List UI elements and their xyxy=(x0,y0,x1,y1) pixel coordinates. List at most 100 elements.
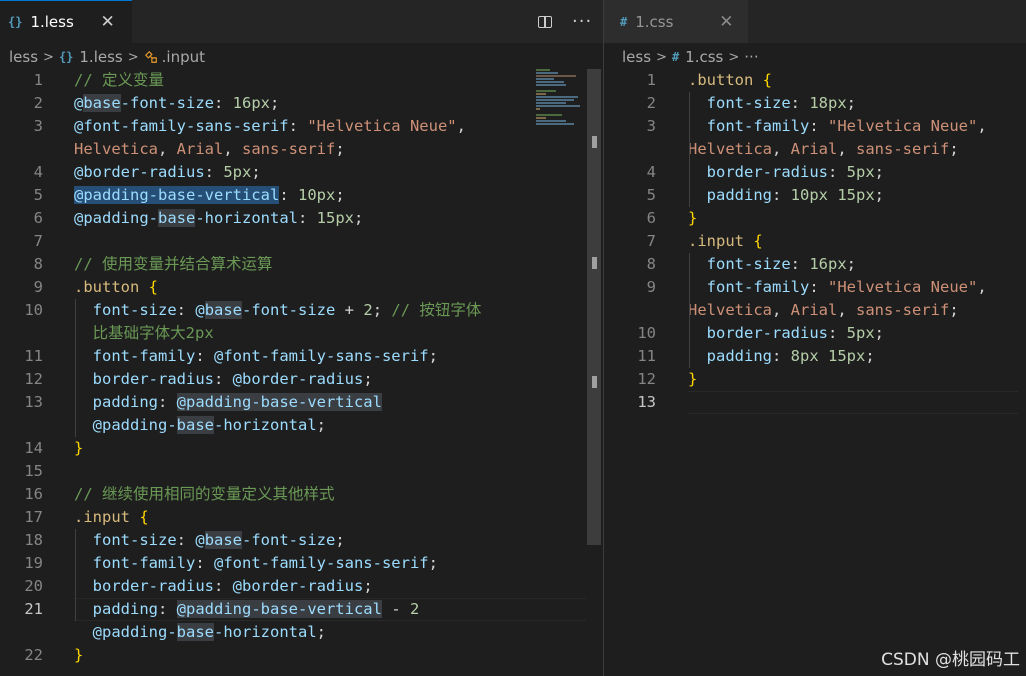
code-text: @padding-base-horizontal: 15px; xyxy=(74,207,363,230)
code-line[interactable]: 9 .button { xyxy=(0,276,586,299)
code-text: border-radius: 5px; xyxy=(688,161,884,184)
code-text: Helvetica, Arial, sans-serif; xyxy=(688,138,959,161)
code-text: border-radius: @border-radius; xyxy=(74,368,373,391)
code-line[interactable]: Helvetica, Arial, sans-serif; xyxy=(604,138,1026,161)
code-line[interactable]: 11 font-family: @font-family-sans-serif; xyxy=(0,345,586,368)
code-line[interactable]: 14} xyxy=(0,437,586,460)
code-line[interactable]: 8 // 使用变量并结合算术运算 xyxy=(0,253,586,276)
code-editor-left[interactable]: 1// 定义变量 2 @base-font-size: 16px; 3 @font-fa… xyxy=(0,69,586,667)
code-line[interactable]: 18 font-size: @base-font-size; xyxy=(0,529,586,552)
code-line[interactable]: 7 xyxy=(0,230,586,253)
code-line[interactable]: 13 xyxy=(604,391,1026,414)
minimap[interactable] xyxy=(536,69,588,129)
code-line[interactable]: 21 padding: @padding-base-vertical - 2 xyxy=(0,598,586,621)
code-line[interactable]: 2 @base-font-size: 16px; xyxy=(0,92,586,115)
code-line[interactable]: 10 font-size: @base-font-size + 2; // 按钮… xyxy=(0,299,586,322)
code-line[interactable]: 19 font-family: @font-family-sans-serif; xyxy=(0,552,586,575)
breadcrumb-file[interactable]: 1.css xyxy=(685,48,723,66)
line-number: 18 xyxy=(24,531,43,549)
code-line[interactable]: 11 padding: 8px 15px; xyxy=(604,345,1026,368)
breadcrumb-folder[interactable]: less xyxy=(622,48,651,66)
line-number: 8 xyxy=(646,255,656,273)
code-line[interactable]: 3 font-family: "Helvetica Neue", xyxy=(604,115,1026,138)
code-line[interactable]: 17 .input { xyxy=(0,506,586,529)
code-line[interactable]: 10 border-radius: 5px; xyxy=(604,322,1026,345)
code-line[interactable]: 5 padding: 10px 15px; xyxy=(604,184,1026,207)
code-text: .button { xyxy=(74,276,158,299)
split-editor-icon[interactable] xyxy=(538,15,552,28)
breadcrumb-more[interactable]: ··· xyxy=(744,48,758,66)
code-token: "Helvetica Neue" xyxy=(828,117,978,135)
code-text: font-family: @font-family-sans-serif; xyxy=(74,345,438,368)
code-line[interactable]: 22} xyxy=(0,644,586,667)
code-token: // 按钮字体 xyxy=(391,301,482,319)
code-line[interactable]: 16 // 继续使用相同的变量定义其他样式 xyxy=(0,483,586,506)
code-text: } xyxy=(688,368,697,391)
tab-1-css[interactable]: # 1.css ✕ xyxy=(604,0,748,43)
code-text: .button { xyxy=(688,69,772,92)
code-token: 18px xyxy=(809,94,847,112)
code-line[interactable]: 1 .button { xyxy=(604,69,1026,92)
css-file-icon: # xyxy=(671,50,680,64)
code-text: @font-family-sans-serif: "Helvetica Neue… xyxy=(74,115,466,138)
left-editor-pane: {} 1.less ✕ ··· less > {} 1.less > .inpu… xyxy=(0,0,603,676)
code-token: @padding-base-vertical xyxy=(176,600,382,618)
code-text: font-family: "Helvetica Neue", xyxy=(688,276,987,299)
code-line[interactable]: 1 // 定义变量 xyxy=(0,69,586,92)
left-tab-bar: {} 1.less ✕ ··· xyxy=(0,0,603,43)
tab-1-less[interactable]: {} 1.less ✕ xyxy=(0,0,132,43)
code-text: } xyxy=(74,644,83,667)
code-text: } xyxy=(74,437,83,460)
code-line[interactable]: 比基础字体大2px xyxy=(0,322,586,345)
close-icon[interactable]: ✕ xyxy=(719,12,733,32)
code-line[interactable]: 9 font-family: "Helvetica Neue", xyxy=(604,276,1026,299)
code-text: border-radius: 5px; xyxy=(688,322,884,345)
code-token: -font-size xyxy=(242,531,336,549)
code-line[interactable]: Helvetica, Arial, sans-serif; xyxy=(604,299,1026,322)
code-token: : xyxy=(158,393,177,411)
code-token: ; xyxy=(372,301,392,319)
code-token: : xyxy=(204,163,224,181)
code-line[interactable]: 7 .input { xyxy=(604,230,1026,253)
code-text: @padding-base-horizontal; xyxy=(74,414,326,437)
code-token: , xyxy=(977,278,987,296)
code-line[interactable]: @padding-base-horizontal; xyxy=(0,621,586,644)
code-line[interactable]: 5 @padding-base-vertical: 10px; xyxy=(0,184,586,207)
code-line[interactable]: 8 font-size: 16px; xyxy=(604,253,1026,276)
code-token: , xyxy=(158,140,177,158)
close-icon[interactable]: ✕ xyxy=(100,12,114,32)
code-line[interactable]: Helvetica, Arial, sans-serif; xyxy=(0,138,586,161)
code-line[interactable]: 2 font-size: 18px; xyxy=(604,92,1026,115)
code-token: 16px xyxy=(809,255,847,273)
code-line[interactable]: 13 padding: @padding-base-vertical xyxy=(0,391,586,414)
more-actions-icon[interactable]: ··· xyxy=(572,12,592,31)
code-line[interactable]: 3 @font-family-sans-serif: "Helvetica Neu… xyxy=(0,115,586,138)
code-token: , xyxy=(223,140,243,158)
code-token: @padding-base-vertical xyxy=(176,393,382,411)
code-line[interactable]: 6} xyxy=(604,207,1026,230)
code-line[interactable]: 20 border-radius: @border-radius; xyxy=(0,575,586,598)
line-number: 13 xyxy=(637,393,656,411)
code-token: ; xyxy=(846,255,857,273)
line-number: 5 xyxy=(33,186,43,204)
breadcrumb-file[interactable]: 1.less xyxy=(79,48,122,66)
code-token: Arial xyxy=(176,140,224,158)
code-line[interactable]: 12} xyxy=(604,368,1026,391)
line-number: 12 xyxy=(637,370,656,388)
code-line[interactable]: 4 border-radius: 5px; xyxy=(604,161,1026,184)
breadcrumb-folder[interactable]: less xyxy=(9,48,38,66)
code-editor-right[interactable]: 1 .button {2 font-size: 18px; 3 font-famil… xyxy=(604,69,1026,414)
code-line[interactable]: 4 @border-radius: 5px; xyxy=(0,161,586,184)
breadcrumb-symbol[interactable]: .input xyxy=(162,48,205,66)
code-line[interactable]: 6 @padding-base-horizontal: 15px; xyxy=(0,207,586,230)
breadcrumb: less > # 1.css > ··· xyxy=(622,44,759,70)
less-file-icon: {} xyxy=(8,15,23,29)
code-line[interactable]: 12 border-radius: @border-radius; xyxy=(0,368,586,391)
code-line[interactable]: 15 xyxy=(0,460,586,483)
code-line[interactable]: @padding-base-horizontal; xyxy=(0,414,586,437)
line-number: 3 xyxy=(33,117,43,135)
code-token: : xyxy=(790,94,810,112)
code-text: font-size: @base-font-size + 2; // 按钮字体 xyxy=(74,299,481,322)
